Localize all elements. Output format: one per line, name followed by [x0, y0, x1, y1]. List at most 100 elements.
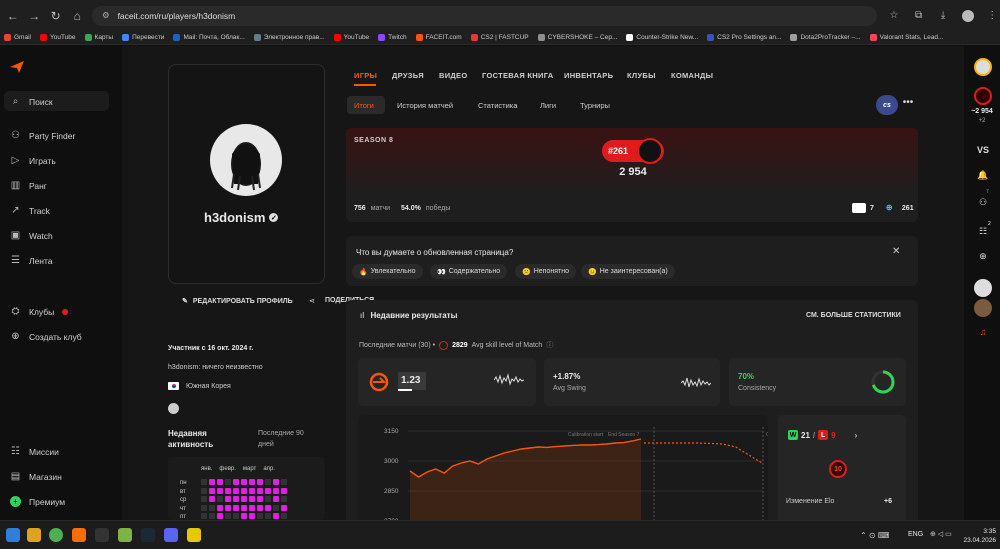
sidebar-item-clubs[interactable]: ⛭ Клубы	[10, 306, 69, 317]
sidebar-item-premium[interactable]: + Премиум	[10, 496, 65, 507]
tray-status-icons[interactable]: ⊕ ◁ ▭	[930, 530, 952, 538]
sidebar-item-play[interactable]: ▷ Играть	[10, 155, 56, 166]
heatmap-cell	[273, 513, 279, 519]
bookmark-item[interactable]: Gmail	[4, 34, 31, 41]
rail-level-icon[interactable]	[974, 87, 992, 105]
bookmark-item[interactable]: YouTube	[333, 34, 369, 41]
member-since: Участник с 16 окт. 2024 г.	[168, 345, 254, 352]
bookmark-item[interactable]: FACEIT.com	[415, 34, 462, 41]
heatmap-month-label: март	[242, 466, 257, 472]
profile-avatar-icon[interactable]	[960, 8, 976, 24]
tray-icons[interactable]: ⌃ ⊙ ⌨	[860, 531, 889, 540]
win-loss-summary: W 21 / L 9 ›	[788, 430, 858, 440]
survey-option-unclear[interactable]: 😕 Непонятно	[515, 264, 576, 279]
level-10-icon: 10	[829, 460, 847, 478]
address-bar[interactable]: ⚙ faceit.com/ru/players/h3donism	[91, 5, 878, 26]
tab-video[interactable]: ВИДЕО	[439, 71, 468, 80]
missions-icon: ☷	[11, 446, 20, 457]
more-options-icon[interactable]: •••	[900, 97, 916, 113]
app-icon-g[interactable]	[95, 528, 109, 542]
heatmap-day-label: пн	[180, 480, 187, 486]
bookmark-favicon-icon	[707, 34, 715, 41]
sidebar-item-shop[interactable]: ▤ Магазин	[10, 471, 62, 482]
bookmark-item[interactable]: Dota2ProTracker –...	[790, 34, 861, 41]
site-info-icon[interactable]: ⚙	[102, 10, 110, 21]
heatmap-cell	[257, 496, 263, 502]
sidebar-item-track[interactable]: ↗ Track	[10, 205, 50, 216]
edit-profile-button[interactable]: ✎ РЕДАКТИРОВАТЬ ПРОФИЛЬ	[182, 297, 293, 306]
chrome-icon[interactable]	[49, 528, 63, 542]
subtab-stats[interactable]: Статистика	[478, 101, 517, 110]
sidebar-item-search[interactable]: ⌕ Поиск	[10, 96, 53, 107]
survey-option-exciting[interactable]: 🔥 Увлекательно	[352, 264, 423, 279]
bookmark-star-icon[interactable]: ☆	[886, 8, 902, 24]
faceit-logo[interactable]	[10, 61, 24, 73]
tray-clock[interactable]: 3:35 23.04.2026	[956, 527, 996, 545]
notifications-icon[interactable]: 🔔	[974, 166, 992, 184]
rail-friend-avatar-1[interactable]	[974, 279, 992, 297]
headset-icon[interactable]: ♫	[974, 323, 992, 341]
app-icon-yellow[interactable]	[187, 528, 201, 542]
tab-inventory[interactable]: ИНВЕНТАРЬ	[564, 71, 613, 80]
heatmap-cell	[209, 479, 215, 485]
bookmark-item[interactable]: YouTube	[39, 34, 76, 41]
brave-icon[interactable]	[72, 528, 86, 542]
bookmark-item[interactable]: Электронное прав...	[253, 34, 325, 41]
survey-option-not-interested[interactable]: 😐 Не заинтересован(а)	[581, 264, 675, 279]
friends-count: 7	[986, 189, 989, 195]
steam-taskbar-icon[interactable]	[141, 528, 155, 542]
rail-friend-avatar-2[interactable]	[974, 299, 992, 317]
sidebar-item-create-club[interactable]: ⊕ Создать клуб	[10, 331, 81, 342]
download-icon[interactable]: ⤓	[935, 8, 951, 24]
discord-icon[interactable]	[164, 528, 178, 542]
close-icon[interactable]: ✕	[892, 246, 900, 257]
forward-icon[interactable]: →	[25, 7, 42, 25]
bookmark-item[interactable]: Карты	[84, 34, 113, 41]
subtab-tournaments[interactable]: Турниры	[580, 101, 610, 110]
bookmark-item[interactable]: CS2 | FASTCUP	[470, 34, 529, 41]
chart-ytick-label: 3150	[384, 428, 399, 435]
sidebar-item-rank[interactable]: ▥ Ранг	[10, 180, 47, 191]
tab-clubs[interactable]: КЛУБЫ	[627, 71, 656, 80]
tab-friends[interactable]: ДРУЗЬЯ	[392, 71, 424, 80]
share-button[interactable]: ⋖	[309, 297, 325, 307]
bookmark-item[interactable]: Counter-Strike New...	[626, 34, 698, 41]
tray-language[interactable]: ENG	[908, 531, 923, 538]
party-count: 2	[988, 221, 991, 227]
tab-teams[interactable]: КОМАНДЫ	[671, 71, 713, 80]
reload-icon[interactable]: ↻	[47, 7, 64, 25]
subtab-leagues[interactable]: Лиги	[540, 101, 556, 110]
sidebar-item-feed[interactable]: ☰ Лента	[10, 255, 53, 266]
sidebar-item-watch[interactable]: ▣ Watch	[10, 230, 53, 241]
bookmark-item[interactable]: Twitch	[378, 34, 407, 41]
survey-option-informative[interactable]: 👀 Содержательно	[430, 264, 508, 279]
file-explorer-icon[interactable]	[27, 528, 41, 542]
subtab-summary[interactable]: Итоги	[354, 101, 374, 110]
windows-start-icon[interactable]	[6, 528, 20, 542]
see-more-stats-link[interactable]: СМ. БОЛЬШЕ СТАТИСТИКИ	[806, 312, 901, 319]
rail-avatar[interactable]	[974, 58, 992, 76]
game-selector-cs2[interactable]: cs	[876, 95, 898, 115]
tab-games[interactable]: ИГРЫ	[354, 71, 377, 80]
rail-vs-button[interactable]: VS	[974, 141, 992, 159]
home-icon[interactable]: ⌂	[68, 7, 85, 25]
bookmark-item[interactable]: Valorant Stats, Lead...	[869, 34, 943, 41]
friends-icon[interactable]: ⚇	[974, 193, 992, 211]
sidebar-item-party-finder[interactable]: ⚇ Party Finder	[10, 130, 75, 141]
info-icon[interactable]: ⓘ	[546, 340, 553, 350]
bookmark-item[interactable]: CS2 Pro Settings an...	[707, 34, 781, 41]
add-icon[interactable]: ⊕	[974, 247, 992, 265]
heatmap-cell	[201, 487, 207, 494]
chevron-right-icon[interactable]: ›	[855, 431, 858, 440]
back-icon[interactable]: ←	[4, 7, 21, 25]
app-icon-arrow[interactable]	[118, 528, 132, 542]
steam-icon[interactable]	[168, 403, 179, 414]
subtab-match-history[interactable]: История матчей	[397, 101, 453, 110]
tab-guestbook[interactable]: ГОСТЕВАЯ КНИГА	[482, 71, 554, 80]
bookmark-item[interactable]: CYBERSHOKE – Сер...	[537, 34, 617, 41]
bookmark-item[interactable]: Mail: Почта, Облак...	[173, 34, 245, 41]
bookmark-item[interactable]: Перевести	[122, 34, 164, 41]
menu-icon[interactable]: ⋮	[984, 8, 1000, 24]
extensions-icon[interactable]: ⧉	[911, 8, 927, 24]
sidebar-item-missions[interactable]: ☷ Миссии	[10, 446, 59, 457]
